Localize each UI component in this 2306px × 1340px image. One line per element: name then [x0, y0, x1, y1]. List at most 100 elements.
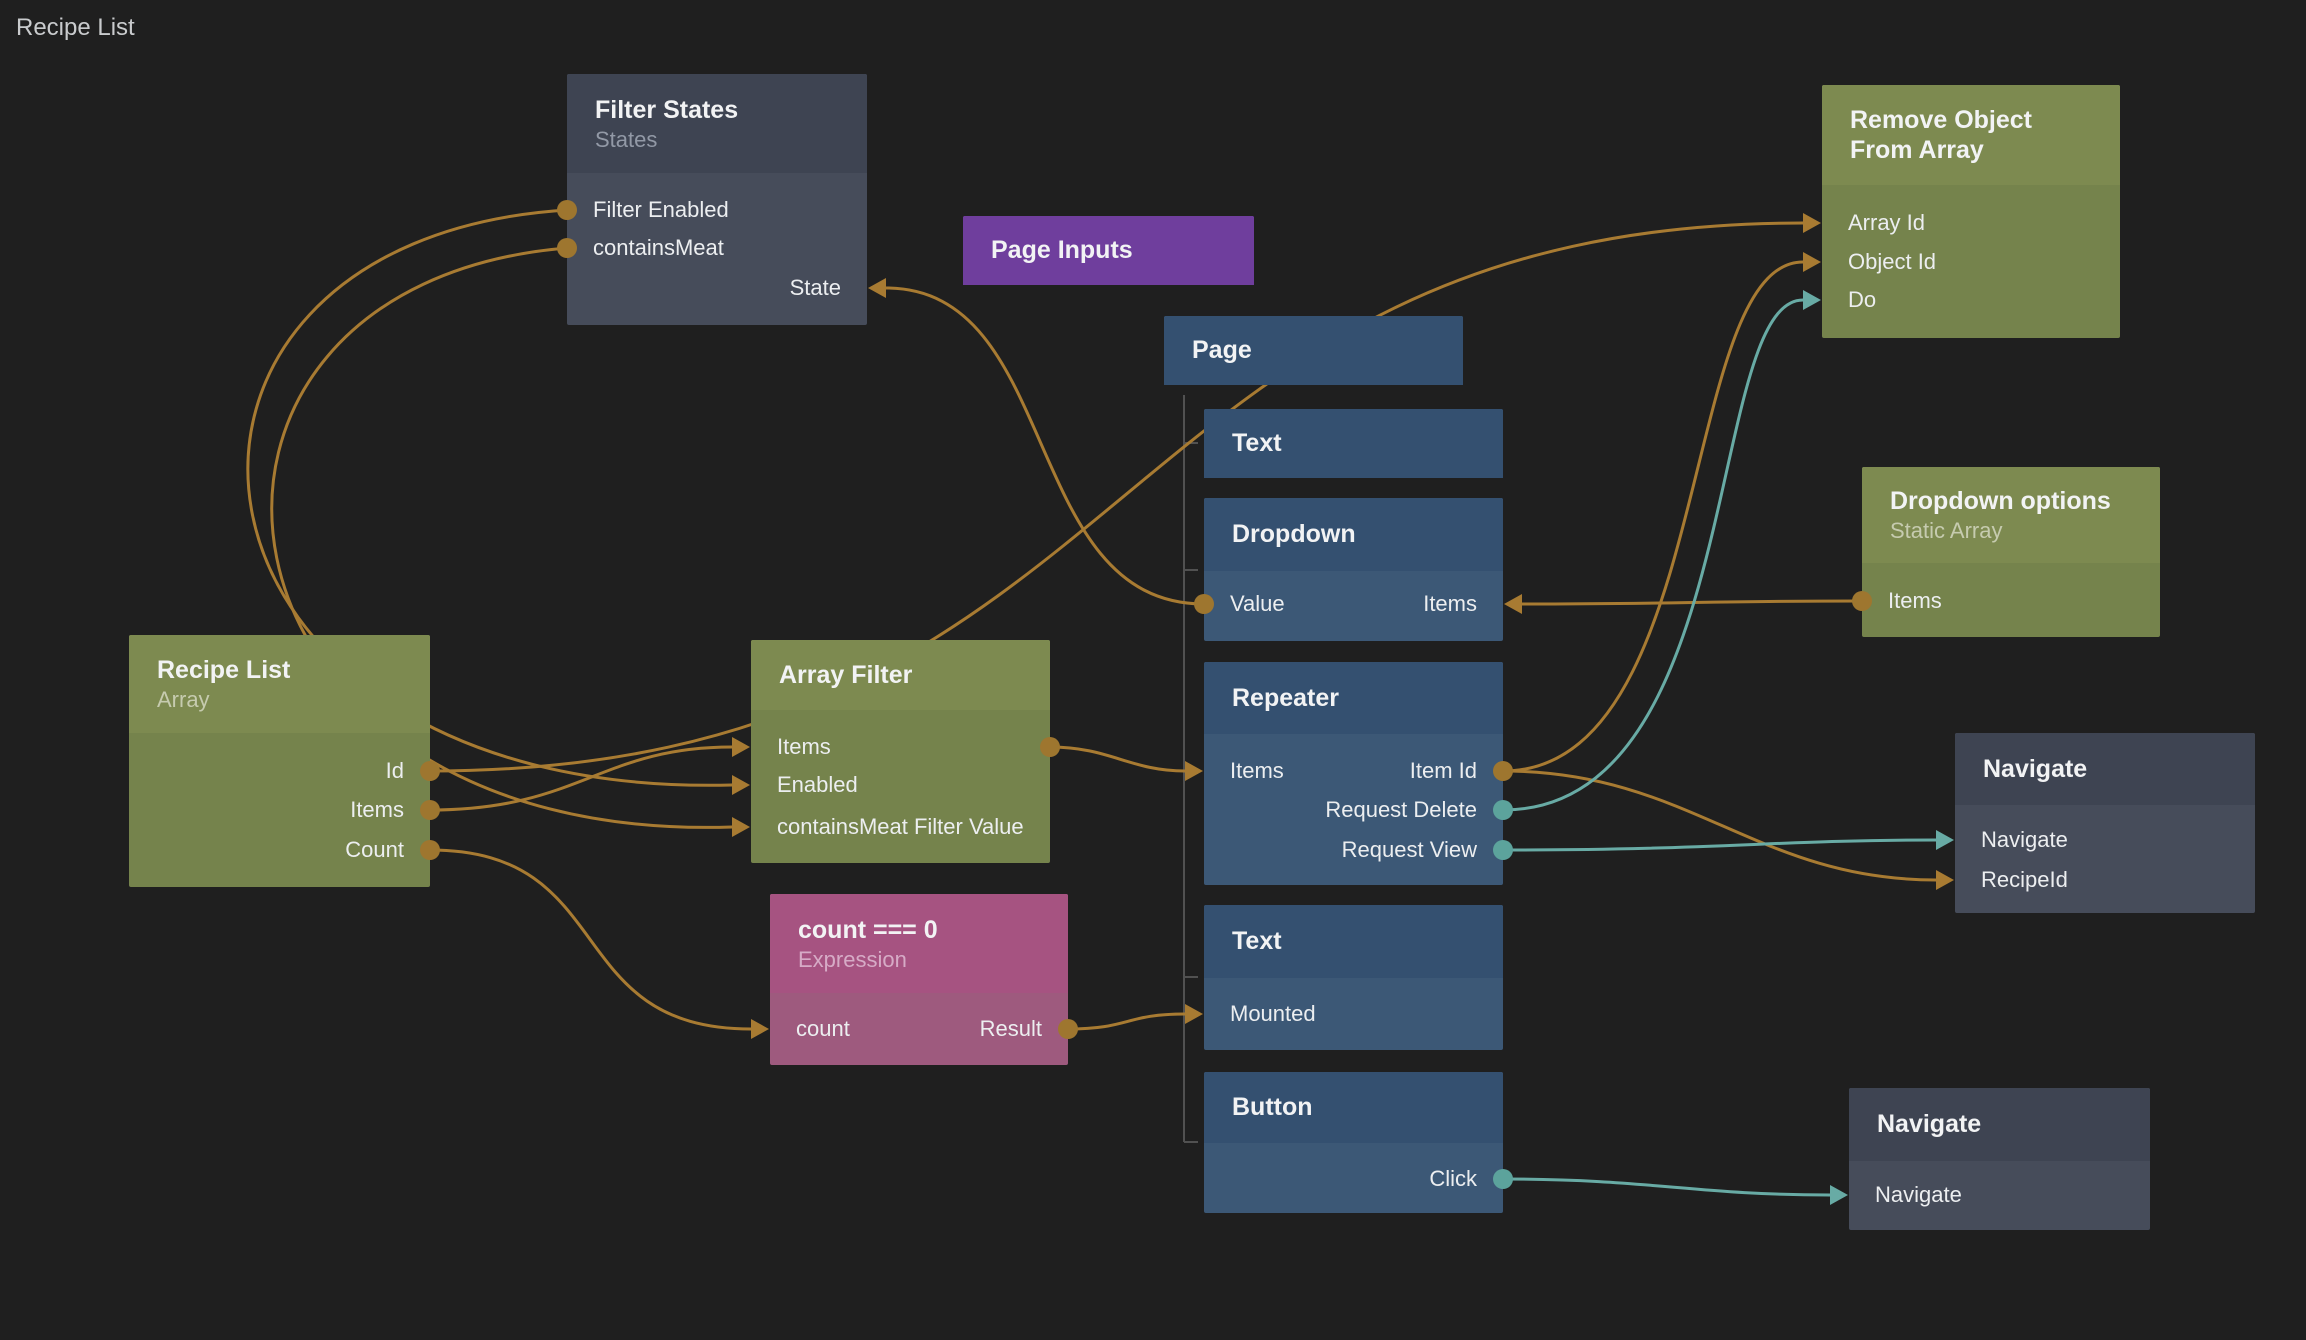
port-array-filter-contains-meat-filter-value[interactable]: containsMeat Filter Value [777, 812, 1040, 842]
port-dropdown-options-items[interactable]: Items [1888, 586, 2150, 616]
node-recipe-list[interactable]: Recipe ListArray Id Items Count [129, 635, 430, 887]
node-array-filter[interactable]: Array FilterItemsEnabledcontainsMeat Fil… [751, 640, 1050, 863]
node-header[interactable]: Text [1204, 905, 1503, 978]
port-glyph-array-filter-items-arrow[interactable] [732, 737, 750, 757]
port-glyph-array-filter-enabled-arrow[interactable] [732, 775, 750, 795]
port-glyph-navigate-1-recipe-id-arrow[interactable] [1936, 870, 1954, 890]
node-title: Button [1232, 1092, 1475, 1123]
node-header[interactable]: Filter StatesStates [567, 74, 867, 173]
node-title: Dropdown options [1890, 486, 2132, 517]
node-header[interactable]: Navigate [1955, 733, 2255, 805]
node-subtitle: Expression [798, 946, 1040, 974]
node-text-2[interactable]: Text Mounted [1204, 905, 1503, 1050]
wire-repeater.item-id--navigate-1.recipe-id[interactable] [1503, 771, 1936, 880]
node-remove-object-from-array[interactable]: Remove Object From Array Array Id Object I… [1822, 85, 2120, 338]
node-title: Remove Object From Array [1850, 105, 2092, 166]
port-remove-object-from-array-array-id[interactable]: Array Id [1848, 208, 2110, 238]
port-remove-object-from-array-do[interactable]: Do [1848, 285, 2110, 315]
node-repeater[interactable]: RepeaterItemsItem IdRequest DeleteReques… [1204, 662, 1503, 885]
node-title: Navigate [1877, 1109, 2122, 1140]
wire-array-filter.out--repeater.items[interactable] [1050, 747, 1185, 771]
node-header[interactable]: Array Filter [751, 640, 1050, 710]
port-glyph-array-filter-contains-meat-filter-value-arrow[interactable] [732, 817, 750, 837]
port-recipe-list-count[interactable]: Count [139, 835, 404, 865]
port-glyph-remove-object-from-array-array-id-arrow[interactable] [1803, 213, 1821, 233]
wire-dropdown-options.items--dropdown.items[interactable] [1521, 601, 1862, 604]
port-remove-object-from-array-object-id[interactable]: Object Id [1848, 247, 2110, 277]
node-header[interactable]: Text [1204, 409, 1503, 478]
node-title: Repeater [1232, 683, 1475, 714]
port-recipe-list-items[interactable]: Items [139, 795, 404, 825]
port-filter-states-filter-enabled[interactable]: Filter Enabled [593, 195, 857, 225]
port-filter-states-state[interactable]: State [577, 273, 841, 303]
node-title: Text [1232, 428, 1475, 459]
port-text-2-mounted[interactable]: Mounted [1230, 999, 1493, 1029]
page-title: Recipe List [16, 14, 135, 42]
port-glyph-filter-states-state-arrow[interactable] [868, 278, 886, 298]
node-navigate-2[interactable]: Navigate Navigate [1849, 1088, 2150, 1230]
node-filter-states[interactable]: Filter StatesStates Filter Enabled contain… [567, 74, 867, 325]
node-text-1[interactable]: Text [1204, 409, 1503, 478]
port-repeater-request-delete[interactable]: Request Delete [1214, 795, 1477, 825]
node-title: count === 0 [798, 915, 1040, 946]
port-array-filter-out[interactable] [761, 732, 1024, 762]
port-button-click[interactable]: Click [1214, 1164, 1477, 1194]
wire-repeater.item-id--remove-object-from-array.object-id[interactable] [1503, 262, 1803, 771]
port-glyph-dropdown-items-arrow[interactable] [1504, 594, 1522, 614]
node-editor-canvas[interactable]: Recipe List Filter StatesStates Filter En… [0, 0, 2306, 1340]
component-tree-connector [1184, 395, 1198, 1142]
node-title: Text [1232, 926, 1475, 957]
port-navigate-2-navigate[interactable]: Navigate [1875, 1180, 2140, 1210]
node-dropdown[interactable]: DropdownValueItems [1204, 498, 1503, 641]
wire-repeater.request-view--navigate-1.navigate[interactable] [1503, 840, 1936, 850]
wire-recipe-list.items--array-filter.items[interactable] [430, 747, 732, 810]
node-header[interactable]: Page Inputs [963, 216, 1254, 285]
node-subtitle: States [595, 126, 839, 154]
port-filter-states-contains-meat[interactable]: containsMeat [593, 233, 857, 263]
node-title: Filter States [595, 95, 839, 126]
wire-repeater.request-delete--remove-object-from-array.do[interactable] [1503, 300, 1803, 810]
port-navigate-1-recipe-id[interactable]: RecipeId [1981, 865, 2245, 895]
node-header[interactable]: Remove Object From Array [1822, 85, 2120, 185]
port-expression-result[interactable]: Result [780, 1014, 1042, 1044]
wire-dropdown.value--filter-states.state[interactable] [886, 288, 1204, 604]
node-expression[interactable]: count === 0ExpressioncountResult [770, 894, 1068, 1065]
node-header[interactable]: Repeater [1204, 662, 1503, 734]
port-recipe-list-id[interactable]: Id [139, 756, 404, 786]
node-title: Array Filter [779, 660, 1022, 691]
node-subtitle: Array [157, 686, 402, 714]
node-header[interactable]: Dropdown [1204, 498, 1503, 571]
node-title: Page Inputs [991, 235, 1226, 266]
port-glyph-remove-object-from-array-object-id-arrow[interactable] [1803, 252, 1821, 272]
node-header[interactable]: Button [1204, 1072, 1503, 1143]
node-button[interactable]: Button Click [1204, 1072, 1503, 1213]
node-subtitle: Static Array [1890, 517, 2132, 545]
port-glyph-remove-object-from-array-do-arrow[interactable] [1803, 290, 1821, 310]
node-navigate-1[interactable]: Navigate Navigate RecipeId [1955, 733, 2255, 913]
node-header[interactable]: Dropdown optionsStatic Array [1862, 467, 2160, 563]
port-dropdown-items[interactable]: Items [1214, 589, 1477, 619]
port-glyph-navigate-2-navigate-arrow[interactable] [1830, 1185, 1848, 1205]
node-header[interactable]: Navigate [1849, 1088, 2150, 1161]
wire-recipe-list.count--expression.count[interactable] [430, 850, 751, 1029]
node-title: Navigate [1983, 754, 2227, 785]
node-title: Recipe List [157, 655, 402, 686]
port-glyph-navigate-1-navigate-arrow[interactable] [1936, 830, 1954, 850]
node-dropdown-options[interactable]: Dropdown optionsStatic Array Items [1862, 467, 2160, 637]
port-array-filter-enabled[interactable]: Enabled [777, 770, 1040, 800]
wire-button.click--navigate-2.navigate[interactable] [1503, 1179, 1830, 1195]
port-navigate-1-navigate[interactable]: Navigate [1981, 825, 2245, 855]
port-glyph-expression-count-arrow[interactable] [751, 1019, 769, 1039]
node-header[interactable]: count === 0Expression [770, 894, 1068, 993]
port-glyph-text-2-mounted-arrow[interactable] [1185, 1004, 1203, 1024]
node-header[interactable]: Page [1164, 316, 1463, 385]
port-glyph-repeater-items-arrow[interactable] [1185, 761, 1203, 781]
node-page[interactable]: Page [1164, 316, 1463, 385]
node-title: Page [1192, 335, 1435, 366]
port-repeater-request-view[interactable]: Request View [1214, 835, 1477, 865]
node-page-inputs[interactable]: Page Inputs [963, 216, 1254, 285]
node-title: Dropdown [1232, 519, 1475, 550]
wire-expression.result--text-2.mounted[interactable] [1068, 1014, 1185, 1029]
port-repeater-item-id[interactable]: Item Id [1214, 756, 1477, 786]
node-header[interactable]: Recipe ListArray [129, 635, 430, 733]
